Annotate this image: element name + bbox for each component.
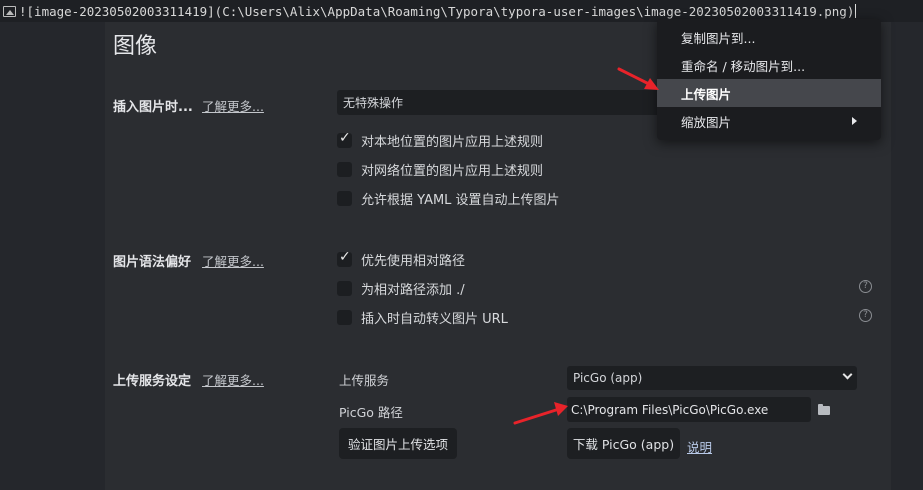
panel-margin bbox=[891, 22, 923, 490]
syntax-learn-more-link[interactable]: 了解更多... bbox=[202, 251, 264, 270]
menu-item-label: 复制图片到... bbox=[681, 30, 756, 46]
upload-learn-more-link[interactable]: 了解更多... bbox=[202, 370, 264, 389]
text-caret bbox=[855, 4, 857, 18]
syntax-option-dot-prefix[interactable]: 为相对路径添加 ./ bbox=[337, 279, 465, 298]
menu-item-upload-image[interactable]: 上传图片 bbox=[657, 79, 881, 107]
help-icon[interactable]: ? bbox=[859, 309, 872, 322]
markdown-source-text[interactable]: ![image-20230502003311419](C:\Users\Alix… bbox=[19, 4, 854, 19]
menu-item-label: 重命名 / 移动图片到... bbox=[681, 58, 806, 74]
option-label: 对网络位置的图片应用上述规则 bbox=[361, 164, 544, 179]
checkbox-unchecked[interactable] bbox=[337, 281, 352, 296]
checkbox-checked[interactable] bbox=[337, 130, 352, 148]
menu-item-rename-move[interactable]: 重命名 / 移动图片到... bbox=[657, 51, 881, 79]
option-label: 优先使用相对路径 bbox=[361, 254, 466, 269]
option-label: 允许根据 YAML 设置自动上传图片 bbox=[361, 193, 560, 208]
syntax-option-escape-url[interactable]: 插入时自动转义图片 URL bbox=[337, 308, 508, 327]
insert-action-value: 无特殊操作 bbox=[343, 96, 404, 110]
syntax-section-label: 图片语法偏好 bbox=[113, 255, 192, 270]
menu-item-copy-image[interactable]: 复制图片到... bbox=[657, 23, 881, 51]
image-icon bbox=[3, 5, 16, 17]
insert-option-yaml[interactable]: 允许根据 YAML 设置自动上传图片 bbox=[337, 189, 560, 208]
picgo-path-input[interactable]: C:\Program Files\PicGo\PicGo.exe bbox=[567, 397, 811, 422]
insert-learn-more-link[interactable]: 了解更多... bbox=[202, 96, 264, 115]
option-label: 插入时自动转义图片 URL bbox=[361, 312, 508, 327]
checkbox-checked[interactable] bbox=[337, 249, 352, 267]
folder-icon[interactable] bbox=[818, 404, 830, 415]
menu-item-zoom-image[interactable]: 缩放图片 bbox=[657, 107, 881, 135]
insert-section-label: 插入图片时... bbox=[113, 100, 193, 115]
help-link[interactable]: 说明 bbox=[687, 437, 712, 456]
chevron-down-icon bbox=[842, 369, 853, 380]
menu-item-label: 上传图片 bbox=[681, 86, 732, 102]
upload-section-label: 上传服务设定 bbox=[113, 374, 192, 389]
checkbox-unchecked[interactable] bbox=[337, 162, 352, 177]
checkbox-unchecked[interactable] bbox=[337, 310, 352, 325]
picgo-path-value: C:\Program Files\PicGo\PicGo.exe bbox=[571, 402, 769, 417]
syntax-option-relative[interactable]: 优先使用相对路径 bbox=[337, 249, 466, 269]
upload-service-label: 上传服务 bbox=[339, 373, 390, 388]
insert-option-local[interactable]: 对本地位置的图片应用上述规则 bbox=[337, 130, 544, 150]
checkbox-unchecked[interactable] bbox=[337, 191, 352, 206]
menu-item-label: 缩放图片 bbox=[681, 114, 732, 130]
option-label: 对本地位置的图片应用上述规则 bbox=[361, 135, 544, 150]
insert-option-network[interactable]: 对网络位置的图片应用上述规则 bbox=[337, 160, 543, 179]
option-label: 为相对路径添加 ./ bbox=[361, 283, 465, 298]
upload-service-select[interactable]: PicGo (app) bbox=[567, 366, 857, 390]
upload-service-value: PicGo (app) bbox=[573, 371, 643, 385]
help-icon[interactable]: ? bbox=[859, 280, 872, 293]
context-menu: 复制图片到... 重命名 / 移动图片到... 上传图片 缩放图片 bbox=[657, 19, 881, 140]
download-picgo-button[interactable]: 下载 PicGo (app) bbox=[567, 428, 680, 459]
page-title: 图像 bbox=[113, 34, 158, 59]
picgo-path-label: PicGo 路径 bbox=[339, 405, 403, 420]
insert-action-select[interactable]: 无特殊操作 bbox=[337, 90, 667, 115]
verify-upload-button[interactable]: 验证图片上传选项 bbox=[339, 428, 457, 459]
submenu-arrow-icon bbox=[852, 117, 857, 125]
